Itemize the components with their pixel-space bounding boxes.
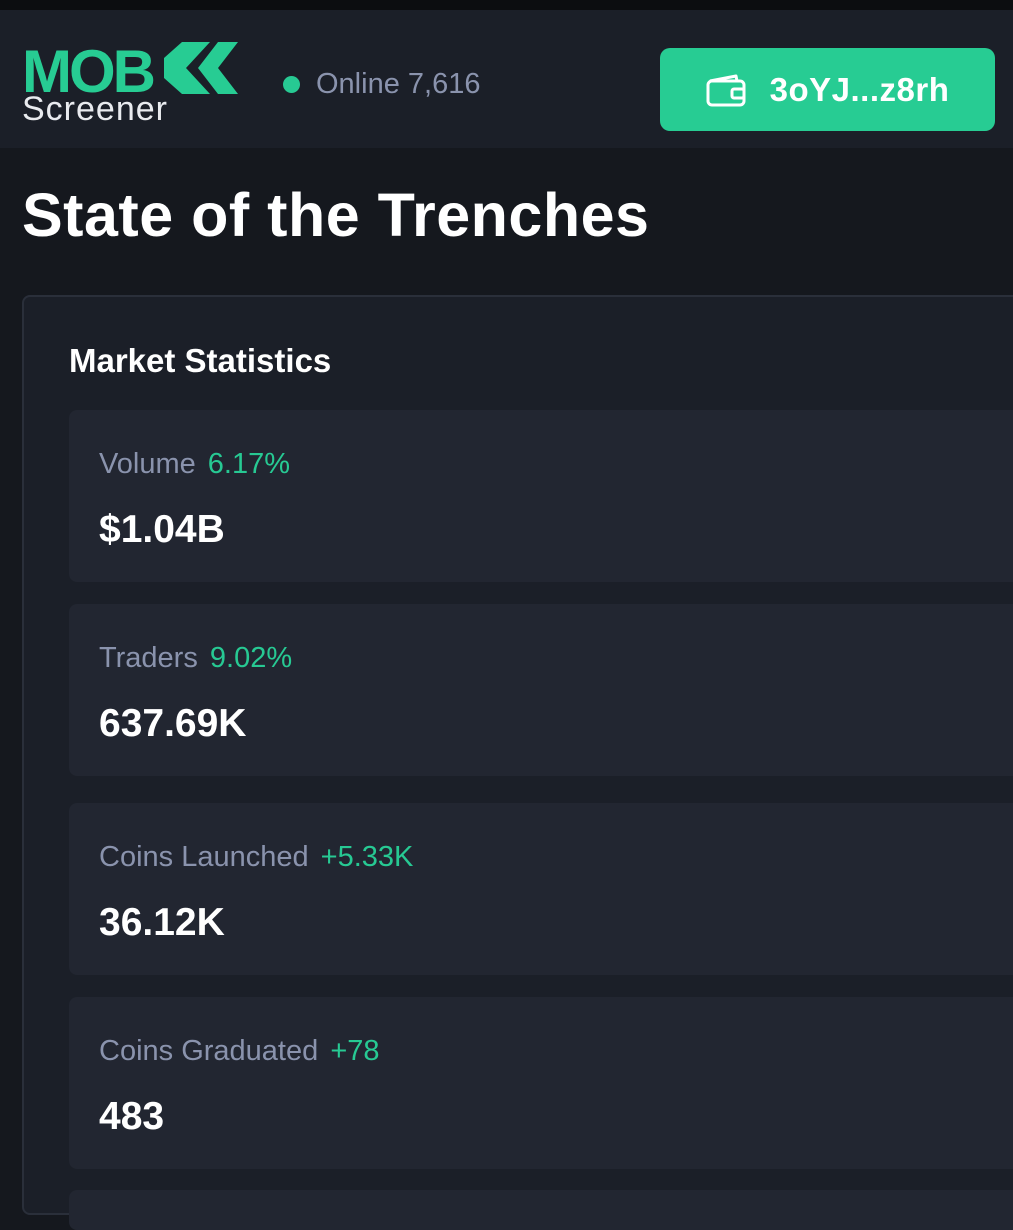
wallet-icon xyxy=(706,74,746,106)
online-count: Online 7,616 xyxy=(316,67,481,100)
logo-subtitle: Screener xyxy=(22,90,168,128)
stat-change: +5.33K xyxy=(320,841,414,873)
online-status: Online 7,616 xyxy=(283,66,480,102)
stat-value: $1.04B xyxy=(99,508,225,551)
market-statistics-card: Market Statistics Volume 6.17% $1.04B Tr… xyxy=(22,295,1013,1230)
stat-next-partial xyxy=(69,1190,1013,1230)
stat-label-row: Traders 9.02% xyxy=(99,642,292,675)
stat-label: Coins Launched xyxy=(99,841,309,873)
market-statistics-title: Market Statistics xyxy=(69,342,332,379)
app-header: MOB Screener Online 7,616 3oYJ...z8rh xyxy=(0,10,1013,148)
stat-value: 483 xyxy=(99,1095,165,1138)
stat-label: Coins Graduated xyxy=(99,1035,319,1067)
stat-label: Traders xyxy=(99,642,198,674)
wallet-button[interactable]: 3oYJ...z8rh xyxy=(660,48,995,131)
online-dot-icon xyxy=(283,75,300,93)
wallet-address: 3oYJ...z8rh xyxy=(769,70,950,108)
stat-change: 9.02% xyxy=(209,642,293,674)
stat-volume: Volume 6.17% $1.04B xyxy=(69,410,1013,582)
stat-value: 36.12K xyxy=(99,901,225,944)
stat-coins-graduated: Coins Graduated +78 483 xyxy=(69,997,1013,1169)
stat-coins-launched: Coins Launched +5.33K 36.12K xyxy=(69,803,1013,975)
stat-traders: Traders 9.02% 637.69K xyxy=(69,604,1013,776)
stat-change: 6.17% xyxy=(207,448,291,480)
mob-screener-logo[interactable]: MOB Screener xyxy=(22,38,242,138)
stat-label-row: Volume 6.17% xyxy=(99,448,290,481)
stat-label-row: Coins Launched +5.33K xyxy=(99,841,413,874)
page-title: State of the Trenches xyxy=(22,181,650,249)
stat-label-row: Coins Graduated +78 xyxy=(99,1035,380,1068)
stat-change: +78 xyxy=(330,1035,380,1067)
stat-label: Volume xyxy=(99,448,196,480)
top-edge-strip xyxy=(0,0,1013,10)
stat-value: 637.69K xyxy=(99,702,247,745)
